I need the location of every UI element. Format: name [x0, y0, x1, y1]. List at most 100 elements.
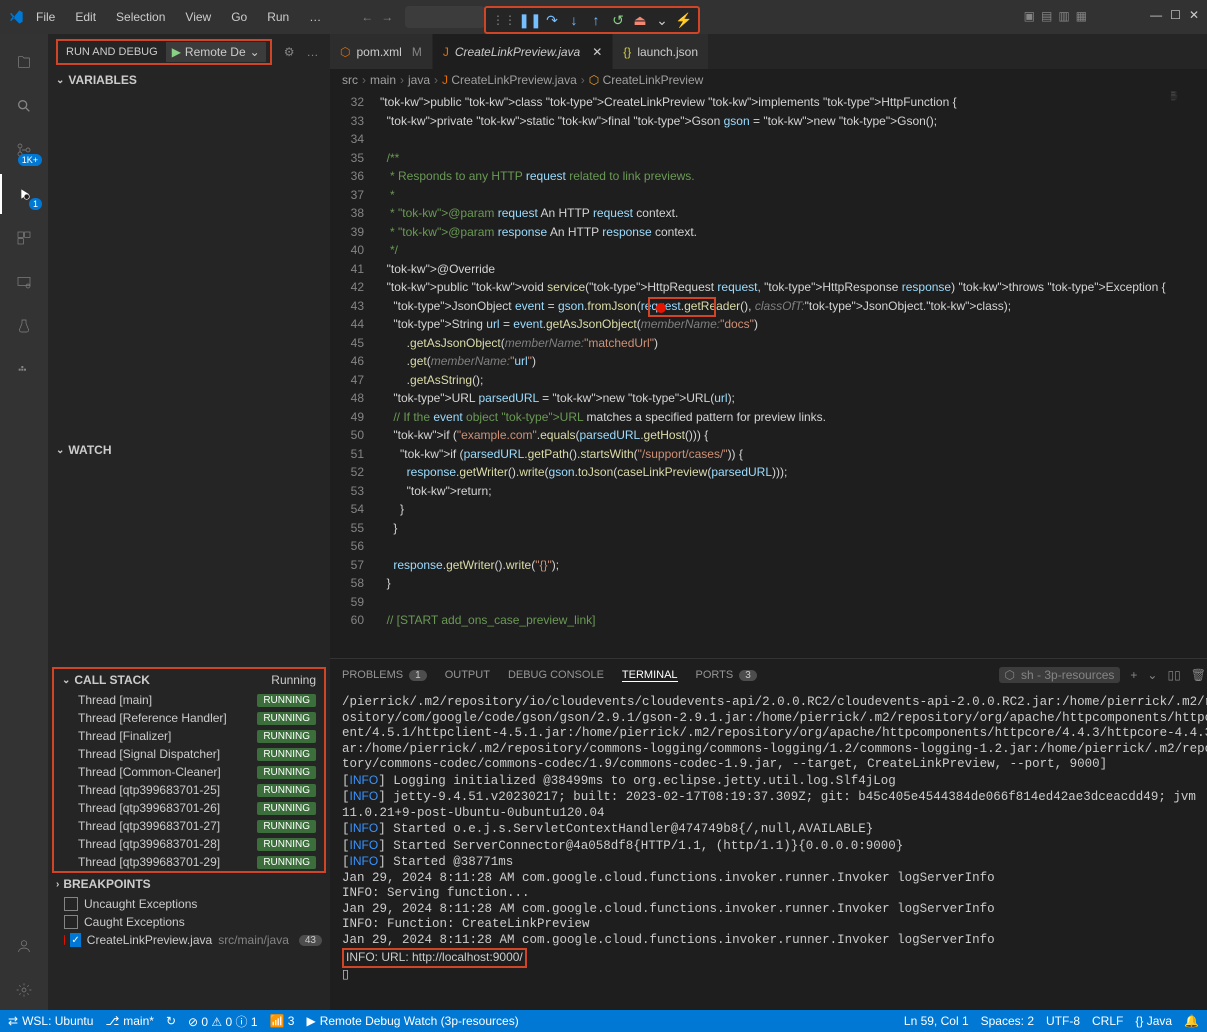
editor-tab[interactable]: ⬡pom.xmlM	[330, 34, 433, 69]
nav-back-icon[interactable]: ←	[361, 10, 373, 24]
maximize-icon[interactable]: ☐	[1170, 8, 1181, 22]
menu-more[interactable]: …	[301, 6, 329, 28]
call-stack-row[interactable]: Thread [qtp399683701-29]RUNNING	[54, 853, 324, 871]
restart-icon[interactable]: ↺	[610, 12, 626, 28]
watch-section[interactable]: ⌄WATCH	[48, 439, 330, 461]
call-stack-row[interactable]: Thread [qtp399683701-27]RUNNING	[54, 817, 324, 835]
call-stack-row[interactable]: Thread [main]RUNNING	[54, 691, 324, 709]
checkbox[interactable]	[64, 915, 78, 929]
pause-icon[interactable]: ❚❚	[522, 12, 538, 28]
account-icon[interactable]	[0, 926, 48, 966]
menu-run[interactable]: Run	[259, 6, 297, 28]
remote-indicator[interactable]: ⇄ WSL: Ubuntu	[8, 1014, 93, 1028]
call-stack-row[interactable]: Thread [qtp399683701-25]RUNNING	[54, 781, 324, 799]
panel-tab[interactable]: PROBLEMS1	[342, 669, 427, 682]
status-bar: ⇄ WSL: Ubuntu ⎇ main* ↻ ⊘ 0 ⚠ 0 ⓘ 1 📶 3 …	[0, 1010, 1207, 1032]
layout-icon[interactable]: ▤	[1041, 9, 1052, 23]
eol-status[interactable]: CRLF	[1092, 1014, 1123, 1028]
step-out-icon[interactable]: ↑	[588, 12, 604, 28]
line-gutter[interactable]: 3233343536373839404142434445464748495051…	[330, 91, 380, 658]
editor-tab[interactable]: JCreateLinkPreview.java✕	[433, 34, 613, 69]
menu-file[interactable]: File	[28, 6, 63, 28]
scm-badge: 1K+	[18, 154, 42, 166]
menu-edit[interactable]: Edit	[67, 6, 104, 28]
trash-icon[interactable]: 🗑	[1191, 668, 1206, 682]
checkbox[interactable]	[64, 897, 78, 911]
call-stack-row[interactable]: Thread [Reference Handler]RUNNING	[54, 709, 324, 727]
debug-toolbar: ⋮⋮ ❚❚ ↷ ↓ ↑ ↺ ⏏ ⌄ ⚡	[484, 6, 700, 34]
nav-forward-icon[interactable]: →	[381, 10, 393, 24]
call-stack-row[interactable]: Thread [qtp399683701-28]RUNNING	[54, 835, 324, 853]
notifications-icon[interactable]: 🔔	[1184, 1014, 1199, 1028]
variables-section[interactable]: ⌄VARIABLES	[48, 69, 330, 91]
chevron-down-icon[interactable]: ⌄	[654, 12, 670, 28]
run-debug-header: RUN AND DEBUG ▶ Remote De ⌄	[56, 39, 272, 65]
editor-tab[interactable]: {}launch.json	[613, 34, 709, 69]
breakpoint-glyph-icon[interactable]	[656, 303, 666, 313]
close-icon[interactable]: ✕	[1189, 8, 1199, 22]
shell-icon: ⬡	[1005, 668, 1015, 682]
breakpoint-row[interactable]: Caught Exceptions	[48, 913, 330, 931]
docker-icon[interactable]	[0, 350, 48, 390]
call-stack-row[interactable]: Thread [Common-Cleaner]RUNNING	[54, 763, 324, 781]
minimize-icon[interactable]: —	[1150, 8, 1162, 22]
breakpoints-section[interactable]: ›BREAKPOINTS	[48, 873, 330, 895]
hot-reload-icon[interactable]: ⚡	[676, 12, 692, 28]
call-stack-status: Running	[271, 673, 316, 687]
layout-icon[interactable]: ▥	[1058, 9, 1069, 23]
menu-go[interactable]: Go	[223, 6, 255, 28]
call-stack-row[interactable]: Thread [qtp399683701-26]RUNNING	[54, 799, 324, 817]
panel-tab[interactable]: DEBUG CONSOLE	[508, 669, 604, 682]
checkbox[interactable]: ✓	[70, 933, 80, 947]
extensions-icon[interactable]	[0, 218, 48, 258]
breakpoint-row[interactable]: ✓CreateLinkPreview.javasrc/main/java43	[48, 931, 330, 949]
terminal-selector[interactable]: ⬡ sh - 3p-resources	[999, 667, 1121, 683]
call-stack-row[interactable]: Thread [Signal Dispatcher]RUNNING	[54, 745, 324, 763]
settings-gear-icon[interactable]	[0, 970, 48, 1010]
code-editor[interactable]: "tok-kw">public "tok-kw">class "tok-type…	[380, 91, 1166, 658]
terminal-output[interactable]: /pierrick/.m2/repository/io/cloudevents/…	[330, 691, 1207, 1010]
indent-status[interactable]: Spaces: 2	[981, 1014, 1034, 1028]
bottom-panel: PROBLEMS1 OUTPUT DEBUG CONSOLE TERMINAL PORT…	[330, 658, 1207, 1010]
call-stack-row[interactable]: Thread [Finalizer]RUNNING	[54, 727, 324, 745]
breadcrumb[interactable]: src›main›java›J CreateLinkPreview.java›⬡…	[330, 69, 1207, 91]
breakpoint-row[interactable]: Uncaught Exceptions	[48, 895, 330, 913]
debug-config-select[interactable]: ▶ Remote De ⌄	[166, 42, 266, 62]
cursor-position[interactable]: Ln 59, Col 1	[904, 1014, 969, 1028]
disconnect-icon[interactable]: ⏏	[632, 12, 648, 28]
more-icon[interactable]: …	[306, 45, 318, 59]
split-terminal-icon[interactable]: ▯▯	[1167, 668, 1180, 682]
scm-icon[interactable]: 1K+	[0, 130, 48, 170]
ports-status[interactable]: 📶 3	[270, 1014, 295, 1028]
minimap[interactable]	[1166, 91, 1207, 658]
settings-gear-icon[interactable]: ⚙	[284, 45, 295, 59]
menu-selection[interactable]: Selection	[108, 6, 173, 28]
encoding-status[interactable]: UTF-8	[1046, 1014, 1080, 1028]
debug-status[interactable]: ▶ Remote Debug Watch (3p-resources)	[306, 1014, 518, 1028]
editor-area: ⬡pom.xmlMJCreateLinkPreview.java✕{}launc…	[330, 34, 1207, 1010]
panel-tab[interactable]: PORTS3	[696, 669, 757, 682]
add-terminal-icon[interactable]: +	[1130, 668, 1137, 682]
explorer-icon[interactable]	[0, 42, 48, 82]
grip-icon[interactable]: ⋮⋮	[492, 13, 516, 27]
step-over-icon[interactable]: ↷	[544, 12, 560, 28]
debug-icon[interactable]: 1	[0, 174, 48, 214]
panel-tab[interactable]: OUTPUT	[445, 669, 490, 682]
step-into-icon[interactable]: ↓	[566, 12, 582, 28]
breakpoint-line-highlight	[648, 297, 716, 317]
command-center[interactable]	[405, 6, 485, 28]
git-branch[interactable]: ⎇ main*	[105, 1014, 154, 1028]
sync-icon[interactable]: ↻	[166, 1014, 176, 1028]
panel-tab[interactable]: TERMINAL	[622, 669, 678, 682]
remote-explorer-icon[interactable]	[0, 262, 48, 302]
problems-status[interactable]: ⊘ 0 ⚠ 0 ⓘ 1	[188, 1013, 258, 1030]
search-icon[interactable]	[0, 86, 48, 126]
menu-view[interactable]: View	[177, 6, 219, 28]
chevron-down-icon[interactable]: ⌄	[1147, 668, 1157, 682]
activity-bar: 1K+ 1	[0, 34, 48, 1010]
layout-icon[interactable]: ▣	[1024, 9, 1035, 23]
testing-icon[interactable]	[0, 306, 48, 346]
language-status[interactable]: {} Java	[1135, 1014, 1172, 1028]
layout-icon[interactable]: ▦	[1076, 9, 1087, 23]
call-stack-section[interactable]: ⌄CALL STACK Running	[54, 669, 324, 691]
